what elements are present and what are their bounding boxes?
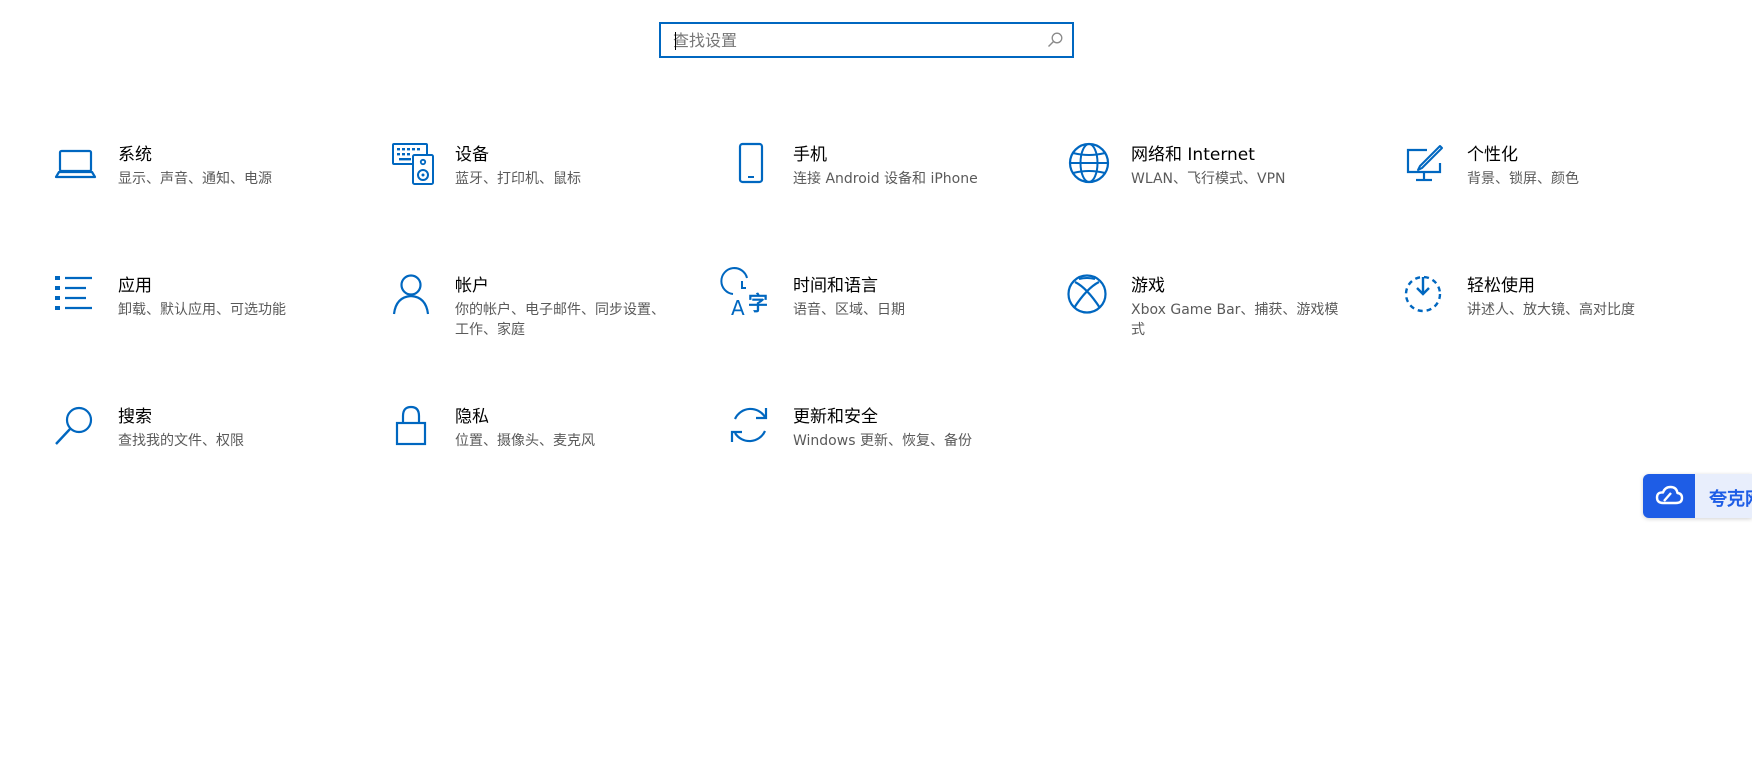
devices-icon <box>391 143 435 187</box>
tile-description: 讲述人、放大镜、高对比度 <box>1467 302 1635 318</box>
laptop-icon <box>54 143 98 187</box>
tile-title: 搜索 <box>118 407 152 427</box>
tile-description: 你的帐户、电子邮件、同步设置、工作、家庭 <box>455 302 665 338</box>
tile-title: 轻松使用 <box>1467 276 1535 296</box>
tile-search[interactable]: 搜索 查找我的文件、权限 <box>54 405 354 485</box>
tile-apps[interactable]: 应用 卸载、默认应用、可选功能 <box>54 274 354 354</box>
tile-title: 隐私 <box>455 407 489 427</box>
tile-description: 位置、摄像头、麦克风 <box>455 433 595 449</box>
tile-title: 手机 <box>793 145 827 165</box>
phone-icon <box>729 142 773 187</box>
tile-personalization[interactable]: 个性化 背景、锁屏、颜色 <box>1403 143 1703 223</box>
tile-description: 背景、锁屏、颜色 <box>1467 171 1579 187</box>
tile-description: 连接 Android 设备和 iPhone <box>793 171 978 187</box>
tile-title: 帐户 <box>455 276 489 296</box>
tile-gaming[interactable]: 游戏 Xbox Game Bar、捕获、游戏模式 <box>1067 274 1367 354</box>
tile-title: 网络和 Internet <box>1131 145 1255 165</box>
tile-description: Xbox Game Bar、捕获、游戏模式 <box>1131 302 1339 338</box>
tile-title: 更新和安全 <box>793 407 878 427</box>
tile-system[interactable]: 系统 显示、声音、通知、电源 <box>54 143 354 223</box>
tile-phone[interactable]: 手机 连接 Android 设备和 iPhone <box>729 142 1029 223</box>
update-icon <box>729 405 773 449</box>
search-icon <box>54 405 98 449</box>
svg-text:字: 字 <box>748 291 768 315</box>
tile-network[interactable]: 网络和 Internet WLAN、飞行模式、VPN <box>1067 142 1367 223</box>
personalization-icon <box>1403 143 1447 187</box>
tile-description: 语音、区域、日期 <box>793 302 905 318</box>
tile-privacy[interactable]: 隐私 位置、摄像头、麦克风 <box>391 405 691 485</box>
settings-home: 系统 显示、声音、通知、电源 设备 蓝牙、打印机、鼠标 <box>0 0 1752 776</box>
tile-title: 时间和语言 <box>793 276 878 296</box>
tile-title: 应用 <box>118 276 152 296</box>
search-icon[interactable] <box>1046 31 1064 49</box>
tile-description: 显示、声音、通知、电源 <box>118 171 272 187</box>
tile-description: 查找我的文件、权限 <box>118 433 244 449</box>
tile-accounts[interactable]: 帐户 你的帐户、电子邮件、同步设置、工作、家庭 <box>391 274 691 354</box>
tile-title: 游戏 <box>1131 276 1165 296</box>
person-icon <box>391 274 435 318</box>
lock-icon <box>391 405 435 449</box>
cloud-icon <box>1643 474 1695 518</box>
tile-description: 卸载、默认应用、可选功能 <box>118 302 286 318</box>
xbox-icon <box>1067 274 1111 318</box>
tile-update-security[interactable]: 更新和安全 Windows 更新、恢复、备份 <box>729 405 1029 485</box>
search-input[interactable] <box>673 24 1033 56</box>
tile-description: WLAN、飞行模式、VPN <box>1131 171 1286 187</box>
search-box[interactable] <box>659 22 1074 58</box>
tile-description: 蓝牙、打印机、鼠标 <box>455 171 581 187</box>
tile-devices[interactable]: 设备 蓝牙、打印机、鼠标 <box>391 143 691 223</box>
apps-list-icon <box>54 274 98 318</box>
tile-title: 设备 <box>455 145 489 165</box>
tile-title: 系统 <box>118 145 152 165</box>
side-widget-label: 夸克网 <box>1709 489 1752 510</box>
ease-of-access-icon <box>1403 274 1447 318</box>
time-language-icon: A 字 <box>720 267 773 320</box>
globe-icon <box>1067 142 1111 187</box>
text-caret <box>675 32 676 50</box>
svg-text:A: A <box>731 296 745 320</box>
side-float-widget[interactable]: 夸克网 <box>1643 474 1752 518</box>
tile-description: Windows 更新、恢复、备份 <box>793 433 972 449</box>
tile-title: 个性化 <box>1467 145 1518 165</box>
tile-time-language[interactable]: A 字 时间和语言 语音、区域、日期 <box>720 267 1029 354</box>
tile-ease-of-access[interactable]: 轻松使用 讲述人、放大镜、高对比度 <box>1403 274 1703 354</box>
